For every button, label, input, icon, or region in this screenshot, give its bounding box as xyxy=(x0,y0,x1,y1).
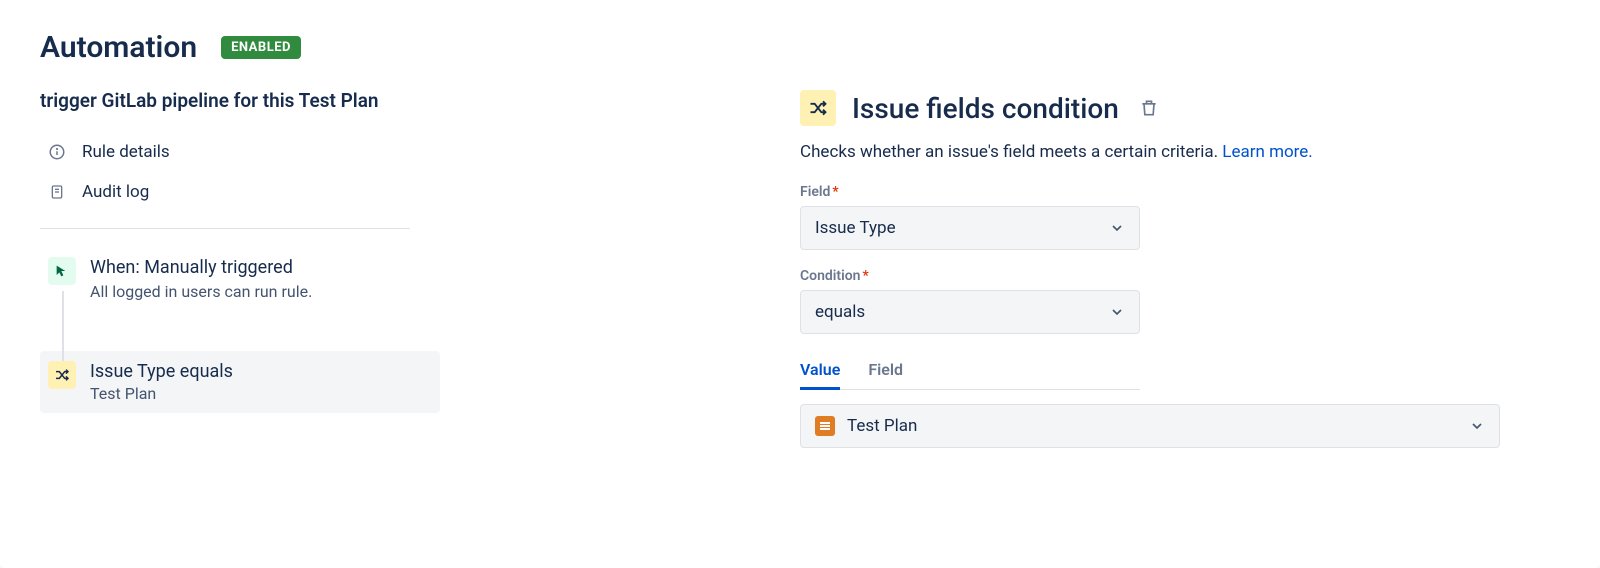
panel-description-text: Checks whether an issue's field meets a … xyxy=(800,142,1222,162)
panel-title: Issue fields condition xyxy=(852,92,1119,125)
tab-field[interactable]: Field xyxy=(868,352,903,390)
panel-description: Checks whether an issue's field meets a … xyxy=(800,142,1560,162)
chevron-down-icon xyxy=(1109,220,1125,236)
chevron-down-icon xyxy=(1469,418,1485,434)
nav-rule-details[interactable]: Rule details xyxy=(40,132,460,172)
tab-value[interactable]: Value xyxy=(800,352,840,390)
step-condition-subtitle: Test Plan xyxy=(90,384,233,403)
condition-label: Condition* xyxy=(800,268,1560,284)
info-icon xyxy=(48,143,66,161)
chevron-down-icon xyxy=(1109,304,1125,320)
rule-name: trigger GitLab pipeline for this Test Pl… xyxy=(40,89,400,114)
step-trigger-title: When: Manually triggered xyxy=(90,257,312,278)
condition-select-value: equals xyxy=(815,302,865,322)
step-condition-title: Issue Type equals xyxy=(90,361,233,382)
issue-type-icon xyxy=(815,416,835,436)
value-select[interactable]: Test Plan xyxy=(800,404,1500,448)
status-badge: ENABLED xyxy=(221,36,301,59)
nav-audit-log-label: Audit log xyxy=(82,182,149,202)
field-select-value: Issue Type xyxy=(815,218,896,238)
condition-select[interactable]: equals xyxy=(800,290,1140,334)
divider xyxy=(40,228,410,229)
nav-rule-details-label: Rule details xyxy=(82,142,170,162)
connector xyxy=(62,311,64,351)
document-icon xyxy=(48,183,66,201)
field-label: Field* xyxy=(800,184,1560,200)
shuffle-icon xyxy=(48,361,76,389)
nav-audit-log[interactable]: Audit log xyxy=(40,172,460,212)
step-condition[interactable]: Issue Type equals Test Plan xyxy=(40,351,440,413)
shuffle-icon xyxy=(800,90,836,126)
value-field-tabs: Value Field xyxy=(800,352,1140,390)
learn-more-link[interactable]: Learn more. xyxy=(1222,142,1313,162)
field-select[interactable]: Issue Type xyxy=(800,206,1140,250)
cursor-icon xyxy=(48,257,76,285)
value-select-value: Test Plan xyxy=(847,416,917,436)
step-trigger-subtitle: All logged in users can run rule. xyxy=(90,282,312,301)
step-trigger[interactable]: When: Manually triggered All logged in u… xyxy=(40,247,460,311)
page-title: Automation xyxy=(40,30,197,65)
trash-icon[interactable] xyxy=(1139,98,1159,118)
